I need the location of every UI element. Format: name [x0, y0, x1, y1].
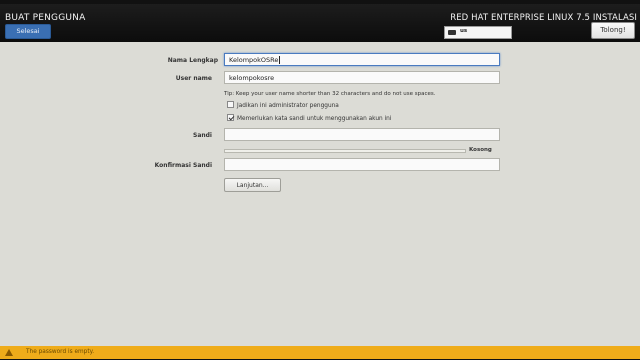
status-message: The password is empty.	[26, 349, 95, 355]
help-button[interactable]: Tolong!	[591, 22, 635, 39]
page-title: BUAT PENGGUNA	[5, 13, 86, 23]
keyboard-icon	[448, 30, 456, 35]
username-tip: Tip: Keep your user name shorter than 32…	[224, 91, 436, 97]
advanced-button[interactable]: Lanjutan...	[224, 178, 281, 192]
require-password-checkbox-row[interactable]: Memerlukan kata sandi untuk menggunakan …	[227, 114, 392, 122]
password-strength-label: Kosong	[469, 147, 492, 153]
password-strength-bar	[224, 149, 466, 153]
warning-icon	[5, 349, 13, 356]
username-label: User name	[175, 75, 212, 82]
password-label: Sandi	[193, 132, 212, 139]
admin-checkbox-label: Jadikan ini administrator pengguna	[237, 103, 339, 109]
header-bar: BUAT PENGGUNA Selesai RED HAT ENTERPRISE…	[0, 4, 640, 42]
done-button[interactable]: Selesai	[5, 24, 51, 39]
fullname-value: KelompokOSRe	[229, 56, 279, 64]
text-caret	[278, 56, 280, 64]
confirm-password-field[interactable]	[224, 158, 500, 171]
admin-checkbox-row[interactable]: Jadikan ini administrator pengguna	[227, 101, 339, 109]
fullname-field[interactable]: KelompokOSRe	[224, 53, 500, 66]
username-field[interactable]: kelompokosre	[224, 71, 500, 84]
fullname-label: Nama Lengkap	[167, 57, 218, 64]
keyboard-layout-label: us	[460, 28, 468, 34]
confirm-password-label: Konfirmasi Sandi	[154, 162, 212, 169]
installer-screen: BUAT PENGGUNA Selesai RED HAT ENTERPRISE…	[0, 4, 640, 359]
status-bar[interactable]: The password is empty.	[0, 346, 640, 359]
keyboard-layout-indicator[interactable]: us	[444, 26, 512, 39]
require-password-checkbox[interactable]	[227, 114, 234, 121]
admin-checkbox[interactable]	[227, 101, 234, 108]
require-password-label: Memerlukan kata sandi untuk menggunakan …	[237, 116, 392, 122]
password-field[interactable]	[224, 128, 500, 141]
